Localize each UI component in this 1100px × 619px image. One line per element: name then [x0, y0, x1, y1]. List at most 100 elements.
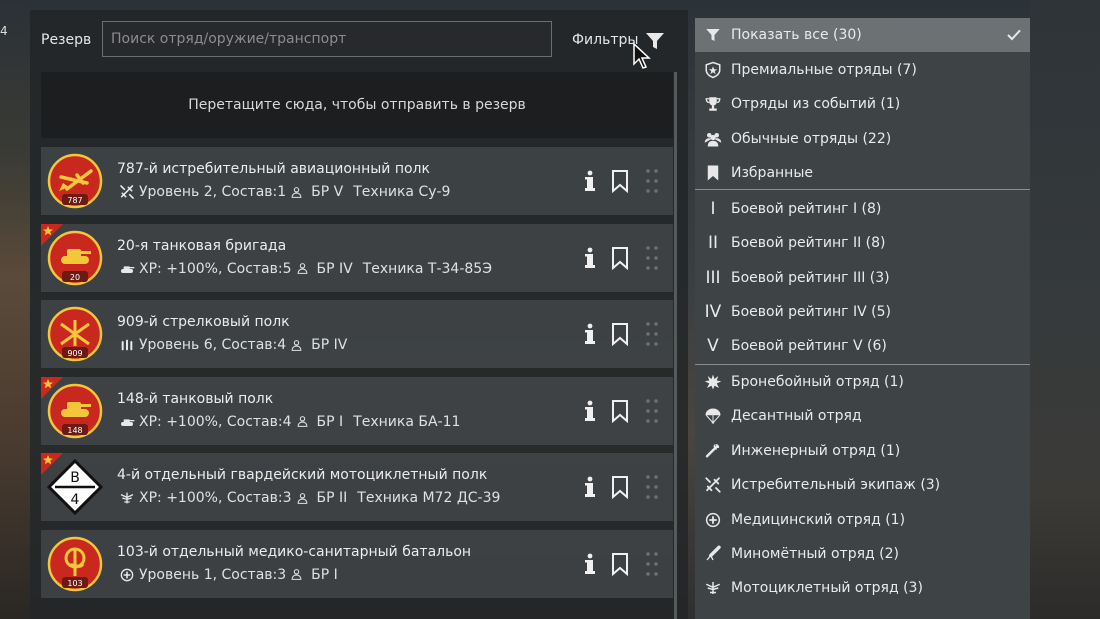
squad-emblem: 787 [47, 153, 103, 209]
motorcycle-icon [705, 582, 721, 594]
bookmark-icon[interactable] [611, 475, 629, 499]
edge-number: 4 [0, 24, 8, 38]
reserve-toolbar: Резерв Фильтры [30, 10, 688, 70]
bookmark-icon[interactable] [611, 246, 629, 270]
info-icon[interactable] [583, 475, 597, 499]
filter-option[interactable]: Мотоциклетный отряд (3) [695, 571, 1030, 605]
squad-info: Уровень 2, Состав:1 БР V Техника Су-9 [119, 184, 450, 200]
filter-dropdown: Показать все (30) Премиальные отряды (7) О… [695, 18, 1030, 619]
emblem-letter-bottom: 4 [71, 492, 80, 508]
squad-title: 787-й истребительный авиационный полк [117, 161, 430, 177]
user-icon [297, 416, 307, 427]
squad-stats: XP: +100%, Состав:3 [139, 490, 292, 506]
br-roman: III [705, 268, 721, 288]
filter-label: Боевой рейтинг III (3) [731, 270, 890, 286]
medic-icon [705, 512, 721, 528]
premium-star-icon [41, 453, 63, 475]
filter-option[interactable]: Миномётный отряд (2) [695, 537, 1030, 571]
bookmark-icon[interactable] [611, 399, 629, 423]
bookmark-icon[interactable] [611, 322, 629, 346]
filter-option[interactable]: II Боевой рейтинг II (8) [695, 226, 1030, 260]
br-roman: IV [704, 302, 722, 322]
filter-option[interactable]: Медицинский отряд (1) [695, 503, 1030, 537]
squad-row[interactable]: В 4 4-й отдельный гвардейский мотоциклет… [41, 453, 673, 521]
emblem-number: 148 [67, 426, 82, 435]
squad-row[interactable]: 787 787-й истребительный авиационный пол… [41, 147, 673, 215]
mouse-cursor-icon [633, 42, 651, 69]
info-icon[interactable] [583, 322, 597, 346]
info-icon[interactable] [583, 246, 597, 270]
squad-info: XP: +100%, Состав:5 БР IV Техника Т-34-8… [119, 261, 492, 277]
drag-handle-icon[interactable] [645, 167, 659, 195]
squad-row[interactable]: 148 148-й танковый полк XP: +100%, Соста… [41, 376, 673, 445]
squad-info: XP: +100%, Состав:3 БР II Техника М72 ДС… [119, 490, 500, 506]
emblem-number: 103 [67, 579, 82, 588]
squad-info: XP: +100%, Состав:4 БР I Техника БА-11 [119, 414, 460, 430]
drag-handle-icon[interactable] [645, 473, 659, 501]
people-icon [704, 133, 722, 147]
filter-option[interactable]: Истребительный экипаж (3) [695, 468, 1030, 502]
emblem-letter-top: В [70, 470, 80, 486]
filter-option[interactable]: Премиальные отряды (7) [695, 53, 1030, 87]
squad-stats: Уровень 2, Состав:1 [139, 184, 287, 200]
filter-option[interactable]: I Боевой рейтинг I (8) [695, 192, 1030, 226]
filter-label: Инженерный отряд (1) [731, 443, 901, 459]
filter-option[interactable]: III Боевой рейтинг III (3) [695, 261, 1030, 295]
squad-row[interactable]: 20 20-я танковая бригада XP: +100%, Сост… [41, 223, 673, 292]
bookmark-icon[interactable] [611, 169, 629, 193]
squad-title: 4-й отдельный гвардейский мотоциклетный … [117, 467, 488, 483]
filter-option[interactable]: V Боевой рейтинг V (6) [695, 329, 1030, 363]
dropzone-text: Перетащите сюда, чтобы отправить в резер… [188, 97, 526, 113]
drag-handle-icon[interactable] [645, 244, 659, 272]
filter-label: Десантный отряд [731, 408, 862, 424]
search-input[interactable] [102, 21, 552, 57]
filter-option[interactable]: Обычные отряды (22) [695, 122, 1030, 156]
info-icon[interactable] [583, 399, 597, 423]
user-icon [291, 186, 302, 198]
drag-handle-icon[interactable] [645, 320, 659, 348]
br-roman: I [710, 199, 716, 219]
squad-br: БР I [311, 566, 338, 583]
squad-title: 103-й отдельный медико-санитарный баталь… [117, 543, 472, 560]
squad-br: БР IV [316, 260, 353, 277]
info-icon[interactable] [583, 552, 597, 576]
emblem-number: 787 [67, 196, 82, 205]
filter-label: Премиальные отряды (7) [731, 62, 917, 78]
squad-emblem: 909 [47, 306, 103, 362]
motorcycle-icon [120, 492, 134, 504]
bookmark-icon[interactable] [611, 552, 629, 576]
user-icon [291, 339, 302, 351]
squad-title: 20-я танковая бригада [117, 237, 287, 254]
reserve-dropzone[interactable]: Перетащите сюда, чтобы отправить в резер… [41, 72, 673, 138]
infantry-icon [121, 339, 133, 351]
drag-handle-icon[interactable] [645, 550, 659, 578]
squad-tech: Техника Т-34-85Э [362, 260, 492, 277]
filter-option[interactable]: Бронебойный отряд (1) [695, 365, 1030, 399]
info-icon[interactable] [583, 169, 597, 193]
squad-row[interactable]: 909 909-й стрелковый полк Уровень 6, Сос… [41, 300, 673, 368]
br-2-icon: II [695, 226, 731, 260]
filter-option[interactable]: Инженерный отряд (1) [695, 434, 1030, 468]
background-right [1030, 0, 1100, 619]
filter-label: Показать все (30) [731, 27, 862, 43]
filter-option[interactable]: Отряды из событий (1) [695, 87, 1030, 121]
filter-option[interactable]: Избранные [695, 156, 1030, 190]
squad-emblem: 103 [47, 536, 103, 591]
filter-option[interactable]: IV Боевой рейтинг IV (5) [695, 295, 1030, 329]
scrollbar[interactable] [674, 72, 677, 619]
br-1-icon: I [695, 192, 731, 226]
drag-handle-icon[interactable] [645, 397, 659, 425]
filter-label: Мотоциклетный отряд (3) [731, 580, 923, 596]
background-left: 4 [0, 0, 30, 619]
filter-label: Бронебойный отряд (1) [731, 374, 904, 390]
premium-star-icon [41, 223, 63, 246]
filter-option[interactable]: Показать все (30) [695, 18, 1030, 52]
filter-option[interactable]: Десантный отряд [695, 399, 1030, 433]
trophy-icon [705, 97, 721, 111]
reserve-label: Резерв [41, 32, 92, 48]
fighter-icon [120, 185, 134, 199]
squad-title: 148-й танковый полк [117, 390, 274, 407]
filters-label[interactable]: Фильтры [572, 32, 638, 48]
squad-row[interactable]: 103 103-й отдельный медико-санитарный ба… [41, 529, 673, 598]
emblem-number: 909 [67, 349, 82, 358]
